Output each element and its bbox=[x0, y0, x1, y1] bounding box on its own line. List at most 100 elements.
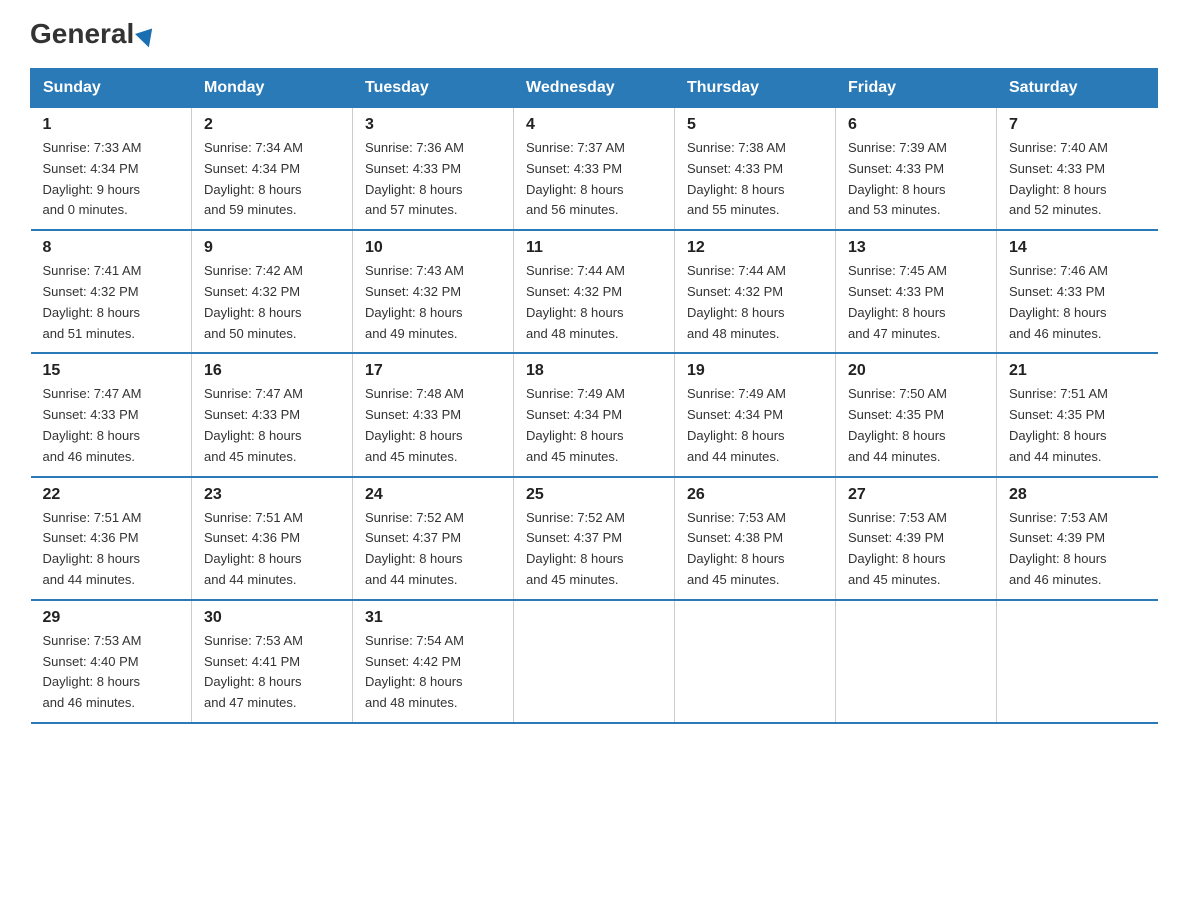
day-info: Sunrise: 7:50 AMSunset: 4:35 PMDaylight:… bbox=[848, 384, 984, 467]
day-info: Sunrise: 7:51 AMSunset: 4:36 PMDaylight:… bbox=[43, 508, 180, 591]
logo-general-text: General bbox=[30, 20, 154, 48]
calendar-cell: 27 Sunrise: 7:53 AMSunset: 4:39 PMDaylig… bbox=[836, 477, 997, 600]
day-info: Sunrise: 7:34 AMSunset: 4:34 PMDaylight:… bbox=[204, 138, 340, 221]
calendar-week-row: 8 Sunrise: 7:41 AMSunset: 4:32 PMDayligh… bbox=[31, 230, 1158, 353]
calendar-cell: 24 Sunrise: 7:52 AMSunset: 4:37 PMDaylig… bbox=[353, 477, 514, 600]
calendar-cell: 20 Sunrise: 7:50 AMSunset: 4:35 PMDaylig… bbox=[836, 353, 997, 476]
day-number: 4 bbox=[526, 116, 662, 134]
page-header: General bbox=[30, 20, 1158, 48]
calendar-cell: 4 Sunrise: 7:37 AMSunset: 4:33 PMDayligh… bbox=[514, 108, 675, 231]
day-number: 15 bbox=[43, 362, 180, 380]
calendar-cell: 11 Sunrise: 7:44 AMSunset: 4:32 PMDaylig… bbox=[514, 230, 675, 353]
calendar-week-row: 29 Sunrise: 7:53 AMSunset: 4:40 PMDaylig… bbox=[31, 600, 1158, 723]
calendar-cell: 10 Sunrise: 7:43 AMSunset: 4:32 PMDaylig… bbox=[353, 230, 514, 353]
calendar-cell: 16 Sunrise: 7:47 AMSunset: 4:33 PMDaylig… bbox=[192, 353, 353, 476]
day-number: 16 bbox=[204, 362, 340, 380]
day-number: 3 bbox=[365, 116, 501, 134]
calendar-cell bbox=[836, 600, 997, 723]
calendar-cell bbox=[514, 600, 675, 723]
day-info: Sunrise: 7:33 AMSunset: 4:34 PMDaylight:… bbox=[43, 138, 180, 221]
calendar-cell bbox=[997, 600, 1158, 723]
calendar-cell bbox=[675, 600, 836, 723]
calendar-cell: 19 Sunrise: 7:49 AMSunset: 4:34 PMDaylig… bbox=[675, 353, 836, 476]
calendar-cell: 31 Sunrise: 7:54 AMSunset: 4:42 PMDaylig… bbox=[353, 600, 514, 723]
day-number: 7 bbox=[1009, 116, 1146, 134]
calendar-cell: 8 Sunrise: 7:41 AMSunset: 4:32 PMDayligh… bbox=[31, 230, 192, 353]
day-number: 19 bbox=[687, 362, 823, 380]
day-info: Sunrise: 7:47 AMSunset: 4:33 PMDaylight:… bbox=[204, 384, 340, 467]
day-number: 29 bbox=[43, 609, 180, 627]
day-info: Sunrise: 7:53 AMSunset: 4:39 PMDaylight:… bbox=[1009, 508, 1146, 591]
day-info: Sunrise: 7:49 AMSunset: 4:34 PMDaylight:… bbox=[687, 384, 823, 467]
calendar-body: 1 Sunrise: 7:33 AMSunset: 4:34 PMDayligh… bbox=[31, 108, 1158, 723]
calendar-cell: 3 Sunrise: 7:36 AMSunset: 4:33 PMDayligh… bbox=[353, 108, 514, 231]
day-of-week-header: Wednesday bbox=[514, 69, 675, 108]
calendar-cell: 21 Sunrise: 7:51 AMSunset: 4:35 PMDaylig… bbox=[997, 353, 1158, 476]
day-number: 21 bbox=[1009, 362, 1146, 380]
calendar-cell: 25 Sunrise: 7:52 AMSunset: 4:37 PMDaylig… bbox=[514, 477, 675, 600]
day-number: 30 bbox=[204, 609, 340, 627]
day-number: 2 bbox=[204, 116, 340, 134]
day-info: Sunrise: 7:51 AMSunset: 4:36 PMDaylight:… bbox=[204, 508, 340, 591]
day-number: 20 bbox=[848, 362, 984, 380]
day-info: Sunrise: 7:38 AMSunset: 4:33 PMDaylight:… bbox=[687, 138, 823, 221]
day-of-week-header: Friday bbox=[836, 69, 997, 108]
calendar-cell: 12 Sunrise: 7:44 AMSunset: 4:32 PMDaylig… bbox=[675, 230, 836, 353]
day-number: 10 bbox=[365, 239, 501, 257]
day-number: 27 bbox=[848, 486, 984, 504]
day-number: 18 bbox=[526, 362, 662, 380]
day-of-week-header: Sunday bbox=[31, 69, 192, 108]
day-number: 25 bbox=[526, 486, 662, 504]
day-info: Sunrise: 7:53 AMSunset: 4:40 PMDaylight:… bbox=[43, 631, 180, 714]
calendar-header: SundayMondayTuesdayWednesdayThursdayFrid… bbox=[31, 69, 1158, 108]
day-info: Sunrise: 7:40 AMSunset: 4:33 PMDaylight:… bbox=[1009, 138, 1146, 221]
day-info: Sunrise: 7:36 AMSunset: 4:33 PMDaylight:… bbox=[365, 138, 501, 221]
day-number: 22 bbox=[43, 486, 180, 504]
day-info: Sunrise: 7:53 AMSunset: 4:41 PMDaylight:… bbox=[204, 631, 340, 714]
day-info: Sunrise: 7:53 AMSunset: 4:38 PMDaylight:… bbox=[687, 508, 823, 591]
calendar-cell: 28 Sunrise: 7:53 AMSunset: 4:39 PMDaylig… bbox=[997, 477, 1158, 600]
day-info: Sunrise: 7:44 AMSunset: 4:32 PMDaylight:… bbox=[687, 261, 823, 344]
day-of-week-header: Tuesday bbox=[353, 69, 514, 108]
calendar-cell: 15 Sunrise: 7:47 AMSunset: 4:33 PMDaylig… bbox=[31, 353, 192, 476]
calendar-cell: 26 Sunrise: 7:53 AMSunset: 4:38 PMDaylig… bbox=[675, 477, 836, 600]
day-info: Sunrise: 7:44 AMSunset: 4:32 PMDaylight:… bbox=[526, 261, 662, 344]
day-number: 5 bbox=[687, 116, 823, 134]
calendar-cell: 2 Sunrise: 7:34 AMSunset: 4:34 PMDayligh… bbox=[192, 108, 353, 231]
day-number: 31 bbox=[365, 609, 501, 627]
day-info: Sunrise: 7:52 AMSunset: 4:37 PMDaylight:… bbox=[365, 508, 501, 591]
day-info: Sunrise: 7:42 AMSunset: 4:32 PMDaylight:… bbox=[204, 261, 340, 344]
day-info: Sunrise: 7:45 AMSunset: 4:33 PMDaylight:… bbox=[848, 261, 984, 344]
day-info: Sunrise: 7:48 AMSunset: 4:33 PMDaylight:… bbox=[365, 384, 501, 467]
day-number: 6 bbox=[848, 116, 984, 134]
calendar-cell: 7 Sunrise: 7:40 AMSunset: 4:33 PMDayligh… bbox=[997, 108, 1158, 231]
calendar-cell: 22 Sunrise: 7:51 AMSunset: 4:36 PMDaylig… bbox=[31, 477, 192, 600]
calendar-table: SundayMondayTuesdayWednesdayThursdayFrid… bbox=[30, 68, 1158, 724]
day-number: 28 bbox=[1009, 486, 1146, 504]
day-info: Sunrise: 7:37 AMSunset: 4:33 PMDaylight:… bbox=[526, 138, 662, 221]
day-info: Sunrise: 7:39 AMSunset: 4:33 PMDaylight:… bbox=[848, 138, 984, 221]
calendar-week-row: 15 Sunrise: 7:47 AMSunset: 4:33 PMDaylig… bbox=[31, 353, 1158, 476]
day-number: 12 bbox=[687, 239, 823, 257]
calendar-cell: 14 Sunrise: 7:46 AMSunset: 4:33 PMDaylig… bbox=[997, 230, 1158, 353]
calendar-week-row: 22 Sunrise: 7:51 AMSunset: 4:36 PMDaylig… bbox=[31, 477, 1158, 600]
calendar-cell: 30 Sunrise: 7:53 AMSunset: 4:41 PMDaylig… bbox=[192, 600, 353, 723]
day-info: Sunrise: 7:46 AMSunset: 4:33 PMDaylight:… bbox=[1009, 261, 1146, 344]
day-number: 17 bbox=[365, 362, 501, 380]
day-number: 14 bbox=[1009, 239, 1146, 257]
calendar-week-row: 1 Sunrise: 7:33 AMSunset: 4:34 PMDayligh… bbox=[31, 108, 1158, 231]
day-number: 26 bbox=[687, 486, 823, 504]
day-number: 1 bbox=[43, 116, 180, 134]
day-info: Sunrise: 7:49 AMSunset: 4:34 PMDaylight:… bbox=[526, 384, 662, 467]
day-info: Sunrise: 7:53 AMSunset: 4:39 PMDaylight:… bbox=[848, 508, 984, 591]
day-info: Sunrise: 7:51 AMSunset: 4:35 PMDaylight:… bbox=[1009, 384, 1146, 467]
day-info: Sunrise: 7:41 AMSunset: 4:32 PMDaylight:… bbox=[43, 261, 180, 344]
day-number: 11 bbox=[526, 239, 662, 257]
day-info: Sunrise: 7:43 AMSunset: 4:32 PMDaylight:… bbox=[365, 261, 501, 344]
header-row: SundayMondayTuesdayWednesdayThursdayFrid… bbox=[31, 69, 1158, 108]
day-of-week-header: Monday bbox=[192, 69, 353, 108]
calendar-cell: 13 Sunrise: 7:45 AMSunset: 4:33 PMDaylig… bbox=[836, 230, 997, 353]
day-info: Sunrise: 7:54 AMSunset: 4:42 PMDaylight:… bbox=[365, 631, 501, 714]
day-info: Sunrise: 7:47 AMSunset: 4:33 PMDaylight:… bbox=[43, 384, 180, 467]
day-number: 9 bbox=[204, 239, 340, 257]
